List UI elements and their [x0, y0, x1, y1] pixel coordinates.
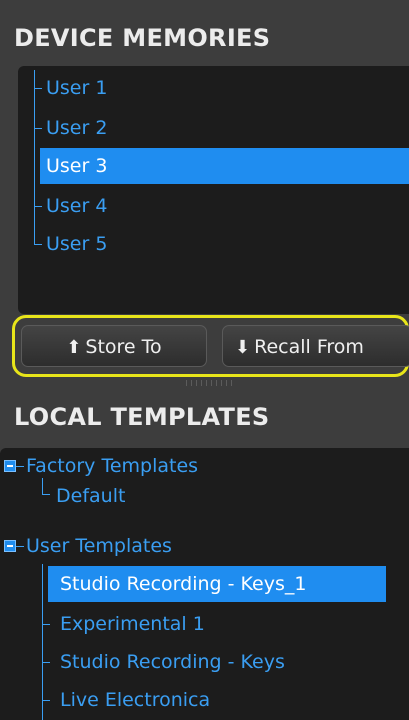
store-to-button[interactable]: ⬆ Store To [21, 325, 207, 367]
collapse-icon[interactable] [4, 540, 16, 552]
arrow-up-icon: ⬆ [66, 337, 82, 358]
memory-item-label: User 5 [46, 233, 108, 255]
memory-item-label: User 2 [46, 117, 108, 139]
store-to-label: Store To [85, 336, 162, 358]
template-item-label: Experimental 1 [60, 613, 205, 635]
group-label: Factory Templates [26, 455, 199, 477]
template-item-label: Default [56, 485, 126, 507]
template-item-studio-recording-keys[interactable]: Studio Recording - Keys [48, 644, 386, 680]
collapse-icon[interactable] [4, 460, 16, 472]
template-item-label: Studio Recording - Keys_1 [60, 573, 307, 595]
memory-item-label: User 4 [46, 195, 108, 217]
memory-item-label: User 3 [46, 155, 108, 177]
device-memories-title: DEVICE MEMORIES [14, 24, 271, 52]
template-item-live-electronica[interactable]: Live Electronica [48, 682, 386, 718]
memory-item-user-5[interactable]: User 5 [34, 226, 409, 262]
device-memories-list: User 1 User 2 User 3 User 4 User 5 [18, 66, 409, 314]
recall-from-label: Recall From [254, 336, 364, 358]
store-recall-button-group: ⬆ Store To ⬇ Recall From [12, 315, 409, 377]
template-item-experimental-1[interactable]: Experimental 1 [48, 606, 386, 642]
local-templates-tree: Factory Templates Default User Templates… [0, 448, 409, 720]
arrow-down-icon: ⬇ [235, 337, 251, 358]
memory-item-label: User 1 [46, 77, 108, 99]
memory-item-user-1[interactable]: User 1 [34, 70, 409, 106]
template-item-label: Studio Recording - Keys [60, 651, 285, 673]
template-item-studio-recording-keys-1[interactable]: Studio Recording - Keys_1 [48, 566, 386, 602]
memory-item-user-3[interactable]: User 3 [40, 148, 409, 184]
memory-item-user-4[interactable]: User 4 [34, 188, 409, 224]
template-item-label: Live Electronica [60, 689, 211, 711]
recall-from-button[interactable]: ⬇ Recall From [222, 325, 409, 367]
memory-item-user-2[interactable]: User 2 [34, 110, 409, 146]
local-templates-title: LOCAL TEMPLATES [14, 403, 270, 431]
group-user-templates[interactable]: User Templates [20, 528, 400, 564]
group-label: User Templates [26, 535, 172, 557]
resize-grip[interactable] [186, 380, 236, 386]
tree-guide-line [42, 478, 43, 494]
template-item-default[interactable]: Default [44, 478, 344, 514]
tree-guide-line [42, 564, 43, 720]
